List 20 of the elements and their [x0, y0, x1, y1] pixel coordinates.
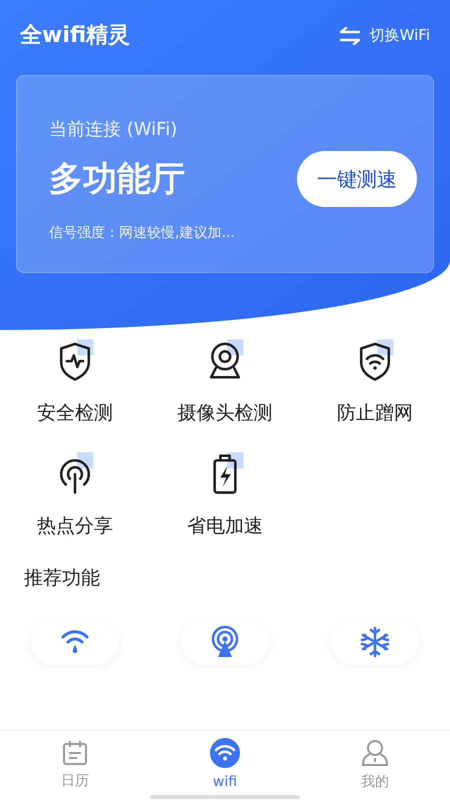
speed-test-button[interactable]: 一键测速: [297, 151, 417, 207]
swap-arrows-icon: [338, 26, 362, 46]
card-caption: 当前连接 (WiFi): [49, 118, 178, 142]
feature-item[interactable]: 摄像头检测: [150, 337, 300, 428]
recommended-button[interactable]: [331, 618, 419, 664]
section-title: 推荐功能: [24, 566, 101, 591]
feature-item[interactable]: 安全检测: [0, 337, 150, 428]
recommended-button[interactable]: [181, 618, 269, 664]
feature-item[interactable]: 防止蹭网: [300, 337, 450, 428]
switch-wifi-button[interactable]: 切换WiFi: [338, 24, 430, 47]
network-name: 多功能厅: [49, 158, 185, 200]
antenna-icon: [209, 624, 241, 658]
calendar-icon: [61, 739, 89, 767]
person-icon: [360, 738, 390, 768]
app-title: 全wifi精灵: [20, 22, 130, 50]
feature-item[interactable]: 热点分享: [0, 450, 150, 540]
signal-text: 信号强度：网速较慢,建议加...: [49, 224, 236, 243]
feature-item[interactable]: 省电加速: [150, 450, 300, 540]
wifi-icon: [210, 738, 240, 768]
snowflake-icon: [359, 626, 391, 658]
